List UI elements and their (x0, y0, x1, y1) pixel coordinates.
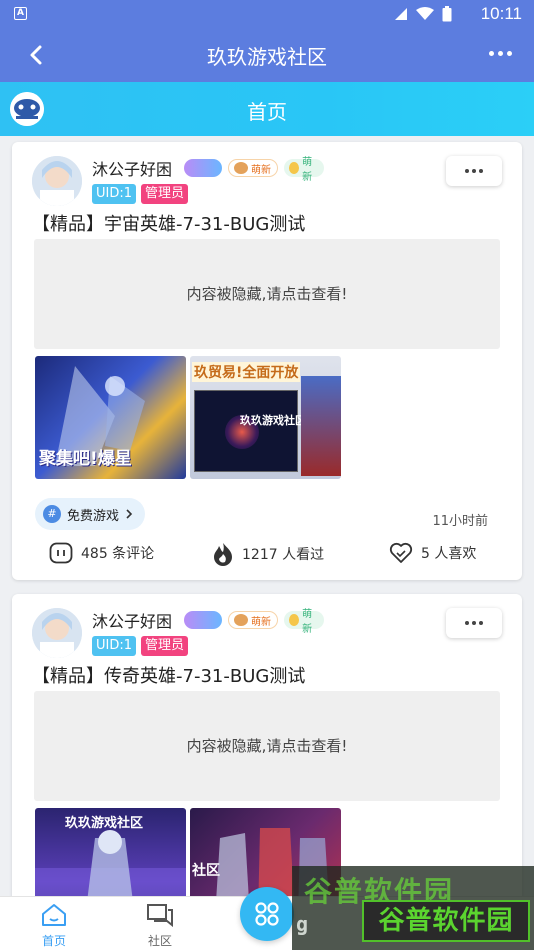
admin-tag: 管理员 (141, 184, 189, 204)
level-badge (184, 611, 222, 629)
post-menu-button[interactable] (446, 608, 502, 638)
emoji-icon (289, 614, 300, 626)
signal-icon (395, 8, 407, 20)
username[interactable]: 沐公子好困 (92, 156, 172, 180)
shiba-icon (234, 614, 248, 626)
image-caption: 社区 (192, 863, 220, 879)
watermark: 谷普软件园 g 谷普软件园 (292, 866, 534, 950)
view-count: 1217 人看过 (242, 547, 325, 563)
nav-community-label: 社区 (147, 934, 172, 948)
uid-tag: UID:1 (92, 184, 137, 204)
nav-community[interactable]: 社区 (130, 903, 190, 949)
chevron-right-icon (126, 509, 133, 519)
username[interactable]: 沐公子好困 (92, 608, 172, 632)
page-title: 首页 (247, 100, 287, 124)
emoji-icon (289, 162, 300, 174)
chat-icon (147, 904, 173, 928)
status-bar: A 10:11 (0, 0, 534, 28)
hashtag-icon: # (43, 505, 61, 523)
topic-chip[interactable]: # 免费游戏 (35, 498, 146, 530)
user-badges: 萌新 萌新 (184, 157, 324, 183)
battery-icon (442, 6, 452, 22)
image-caption: 玖贸易!全面开放 (192, 362, 301, 382)
apps-grid-icon (255, 902, 279, 926)
wifi-icon (416, 7, 434, 20)
status-icons (394, 6, 452, 22)
nav-home-label: 首页 (41, 934, 66, 948)
comment-count: 485 条评论 (81, 546, 155, 562)
comment-stat[interactable]: 485 条评论 (49, 542, 154, 564)
post-menu-button[interactable] (446, 156, 502, 186)
admin-tag: 管理员 (141, 636, 189, 656)
post-image[interactable]: 玖贸易!全面开放 玖玖游戏社区 (190, 356, 341, 479)
user-tags: UID:1 管理员 (92, 184, 189, 204)
screenshot-panel (194, 390, 298, 472)
newbie-badge: 萌新 (228, 611, 278, 629)
watermark-logo: 谷普软件园 (362, 900, 530, 942)
app-title: 玖玖游戏社区 (207, 45, 327, 69)
flame-icon (214, 543, 232, 566)
views-stat: 1217 人看过 (212, 542, 324, 566)
likes-stat[interactable]: 5 人喜欢 (389, 542, 476, 564)
home-icon (42, 904, 66, 926)
image-caption: 玖玖游戏社区 (240, 414, 306, 427)
comment-icon (49, 542, 73, 564)
more-options-icon[interactable] (489, 51, 512, 56)
meng-badge: 萌新 (284, 157, 324, 183)
user-badges: 萌新 萌新 (184, 609, 324, 635)
post-image[interactable]: 聚集吧!爆星 (35, 356, 186, 479)
post-stats: 485 条评论 1217 人看过 5 人喜欢 (12, 542, 522, 572)
post-card[interactable]: 沐公子好困 萌新 萌新 UID:1 管理员 【精品】传奇英雄-7-31-BUG测… (12, 594, 522, 896)
topic-label: 免费游戏 (67, 508, 120, 524)
like-count: 5 人喜欢 (421, 546, 477, 562)
center-apps-button[interactable] (240, 887, 294, 941)
nav-home[interactable]: 首页 (24, 903, 84, 949)
post-title[interactable]: 【精品】传奇英雄-7-31-BUG测试 (32, 662, 305, 688)
user-avatar[interactable] (32, 608, 82, 658)
section-header: 首页 (0, 82, 534, 136)
post-images: 聚集吧!爆星 玖贸易!全面开放 玖玖游戏社区 (35, 356, 341, 479)
heart-icon (389, 542, 413, 563)
uid-tag: UID:1 (92, 636, 137, 656)
clock: 10:11 (480, 4, 522, 23)
hidden-content-button[interactable]: 内容被隐藏,请点击查看! (34, 691, 500, 801)
post-timestamp: 11小时前 (432, 514, 488, 529)
level-badge (184, 159, 222, 177)
app-notification-icon: A (14, 7, 27, 20)
shiba-icon (234, 162, 248, 174)
user-avatar[interactable] (32, 156, 82, 206)
post-feed[interactable]: 沐公子好困 萌新 萌新 UID:1 管理员 【精品】宇宙英雄-7-31-BUG测… (0, 136, 534, 896)
app-bar: 玖玖游戏社区 (0, 28, 534, 82)
post-title[interactable]: 【精品】宇宙英雄-7-31-BUG测试 (32, 210, 305, 236)
post-image[interactable]: 玖玖游戏社区 (35, 808, 186, 896)
image-caption: 聚集吧!爆星 (39, 449, 132, 469)
hidden-content-button[interactable]: 内容被隐藏,请点击查看! (34, 239, 500, 349)
watermark-url: g (296, 912, 309, 936)
meng-badge: 萌新 (284, 609, 324, 635)
post-card[interactable]: 沐公子好困 萌新 萌新 UID:1 管理员 【精品】宇宙英雄-7-31-BUG测… (12, 142, 522, 580)
newbie-badge: 萌新 (228, 159, 278, 177)
user-tags: UID:1 管理员 (92, 636, 189, 656)
